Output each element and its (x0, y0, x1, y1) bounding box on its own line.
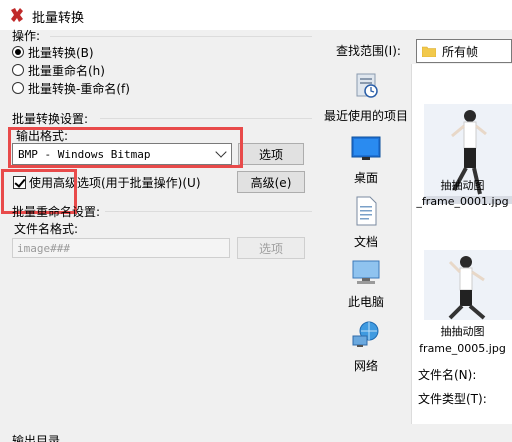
radio-label: 批量重命名(h) (28, 63, 105, 78)
operation-legend: 操作: (12, 29, 41, 43)
look-in-select[interactable]: 所有帧 (416, 39, 512, 63)
file-name-line2: _frame_0001.jpg (416, 195, 509, 208)
look-in-value: 所有帧 (442, 44, 479, 59)
place-label: 网络 (353, 359, 378, 373)
place-documents[interactable]: 文档 (322, 196, 410, 250)
radio-button[interactable] (12, 64, 24, 76)
format-options-button[interactable]: 选项 (238, 143, 304, 165)
filename-pattern-input[interactable]: image### (12, 238, 230, 258)
file-name-line2: frame_0005.jpg (419, 342, 506, 355)
place-this-pc[interactable]: 此电脑 (322, 260, 410, 310)
filetype-label: 文件类型(T): (418, 392, 487, 406)
file-thumbnail[interactable] (424, 250, 512, 320)
filename-pattern-value: image### (17, 241, 70, 255)
advanced-button[interactable]: 高级(e) (237, 171, 305, 193)
place-recent-items[interactable]: 最近使用的项目 (322, 72, 410, 124)
rename-options-button[interactable]: 选项 (237, 237, 305, 259)
window-title: 批量转换 (32, 11, 85, 26)
filename-pattern-label: 文件名格式: (14, 222, 79, 236)
file-name-line1: 抽抽动图 (440, 325, 485, 338)
look-in-label: 查找范围(I): (336, 44, 401, 58)
rename-group-line (105, 211, 312, 212)
dancer-image-icon (424, 250, 512, 320)
this-pc-icon (352, 260, 380, 284)
network-icon (352, 321, 379, 347)
radio-label: 批量转换(B) (28, 45, 94, 60)
radio-label: 批量转换-重命名(f) (28, 81, 130, 96)
rename-settings-legend: 批量重命名设置: (12, 205, 101, 219)
place-label: 此电脑 (347, 295, 384, 309)
desktop-icon (351, 136, 381, 160)
radio-batch-convert[interactable]: 批量转换(B) (12, 43, 130, 61)
highlight-output-format (8, 127, 243, 168)
folder-icon (422, 46, 436, 57)
place-desktop[interactable]: 桌面 (322, 136, 410, 186)
file-name-line1: 抽抽动图 (440, 179, 485, 192)
place-label: 最近使用的项目 (323, 109, 408, 123)
operation-radio-group: 批量转换(B) 批量重命名(h) 批量转换-重命名(f) (12, 43, 130, 97)
place-network[interactable]: 网络 (322, 320, 410, 374)
radio-batch-rename[interactable]: 批量重命名(h) (12, 61, 130, 79)
output-dir-legend: 输出目录 (12, 434, 61, 442)
place-label: 文档 (353, 235, 378, 249)
operation-group-line (50, 36, 312, 37)
place-label: 桌面 (353, 171, 378, 185)
convert-settings-legend: 批量转换设置: (12, 112, 89, 126)
documents-icon (356, 196, 377, 226)
convert-group-line (100, 118, 312, 119)
app-logo-icon (11, 8, 23, 22)
radio-button[interactable] (12, 82, 24, 94)
radio-button[interactable] (12, 46, 24, 58)
recent-items-icon (356, 73, 378, 98)
filename-label: 文件名(N): (418, 368, 477, 382)
radio-batch-convert-rename[interactable]: 批量转换-重命名(f) (12, 79, 130, 97)
